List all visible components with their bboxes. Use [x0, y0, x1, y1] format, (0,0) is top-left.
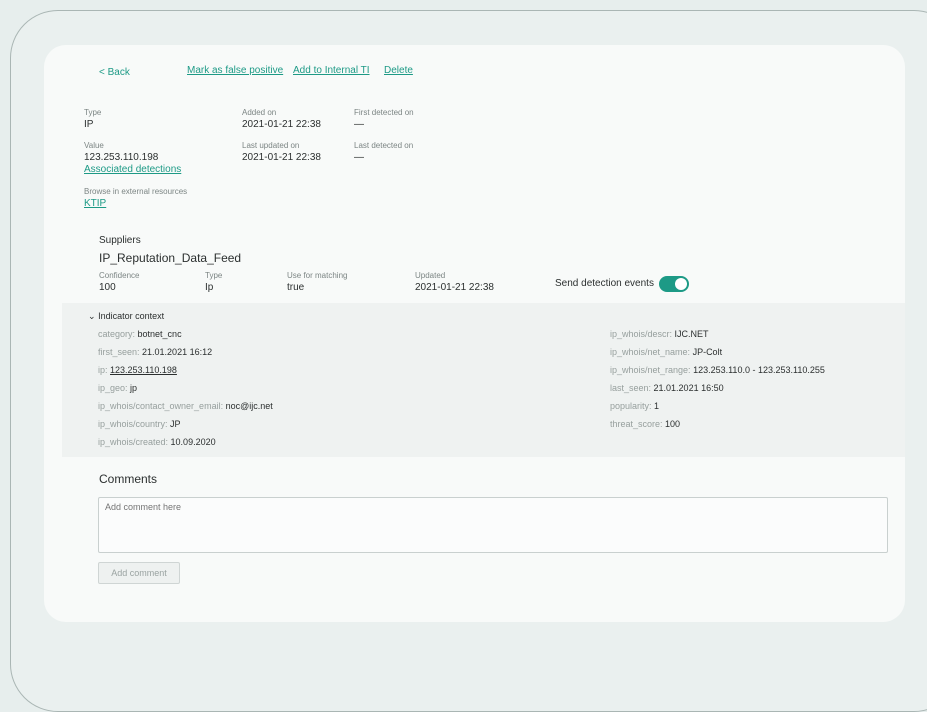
confidence-value: 100: [99, 282, 116, 293]
indicator-details-panel: < Back Mark as false positive Add to Int…: [44, 45, 905, 622]
suppliers-title: Suppliers: [99, 235, 141, 246]
supplier-type-label: Type: [205, 271, 223, 280]
send-detection-events-toggle[interactable]: [659, 276, 689, 292]
context-item: threat_score: 100: [610, 419, 681, 429]
first-detected-value: —: [354, 119, 364, 130]
type-field: Type IP: [84, 108, 101, 130]
last-detected-field: Last detected on —: [354, 141, 413, 163]
context-item: ip: 123.253.110.198: [98, 365, 177, 375]
browse-external-label: Browse in external resources: [84, 187, 188, 196]
use-for-matching-field: Use for matching true: [287, 271, 347, 293]
browse-external-field: Browse in external resources KTIP: [84, 187, 187, 209]
updated-field: Updated 2021-01-21 22:38: [415, 271, 494, 293]
confidence-field: Confidence 100: [99, 271, 139, 293]
first-detected-label: First detected on: [354, 108, 414, 117]
back-link[interactable]: < Back: [99, 67, 130, 78]
toggle-knob: [675, 278, 687, 290]
mark-false-positive-link[interactable]: Mark as false positive: [187, 65, 283, 76]
supplier-type-value: Ip: [205, 282, 214, 293]
context-item: popularity: 1: [610, 401, 660, 411]
add-to-internal-ti-link[interactable]: Add to Internal TI: [293, 65, 370, 76]
associated-detections-link[interactable]: Associated detections: [84, 164, 181, 175]
supplier-type-field: Type Ip: [205, 271, 222, 293]
indicator-context-toggle[interactable]: ⌄ Indicator context: [88, 311, 164, 322]
context-item: ip_geo: jp: [98, 383, 138, 393]
ktip-link[interactable]: KTIP: [84, 198, 187, 209]
last-updated-value: 2021-01-21 22:38: [242, 152, 321, 163]
last-updated-label: Last updated on: [242, 141, 300, 150]
last-updated-field: Last updated on 2021-01-21 22:38: [242, 141, 321, 163]
type-value: IP: [84, 119, 94, 130]
context-item: last_seen: 21.01.2021 16:50: [610, 383, 724, 393]
value-label: Value: [84, 141, 104, 150]
type-label: Type: [84, 108, 102, 117]
confidence-label: Confidence: [99, 271, 140, 280]
context-item: ip_whois/created: 10.09.2020: [98, 437, 216, 447]
use-for-matching-label: Use for matching: [287, 271, 348, 280]
context-item: ip_whois/country: JP: [98, 419, 181, 429]
updated-label: Updated: [415, 271, 446, 280]
value-field: Value 123.253.110.198 Associated detecti…: [84, 141, 181, 175]
context-item: ip_whois/contact_owner_email: noc@ijc.ne…: [98, 401, 273, 411]
use-for-matching-value: true: [287, 282, 305, 293]
delete-link[interactable]: Delete: [384, 65, 413, 76]
ip-link[interactable]: 123.253.110.198: [110, 365, 177, 375]
comments-title: Comments: [99, 472, 158, 486]
last-detected-value: —: [354, 152, 364, 163]
context-item: ip_whois/net_range: 123.253.110.0 - 123.…: [610, 365, 825, 375]
indicator-context-title: Indicator context: [98, 311, 165, 321]
context-item: first_seen: 21.01.2021 16:12: [98, 347, 213, 357]
indicator-context-section: ⌄ Indicator context category: botnet_cnc…: [62, 303, 905, 457]
added-on-value: 2021-01-21 22:38: [242, 119, 321, 130]
updated-value: 2021-01-21 22:38: [415, 282, 494, 293]
send-detection-events-label: Send detection events: [555, 278, 654, 289]
last-detected-label: Last detected on: [354, 141, 414, 150]
context-item: category: botnet_cnc: [98, 329, 182, 339]
add-comment-button[interactable]: Add comment: [98, 562, 180, 584]
added-on-field: Added on 2021-01-21 22:38: [242, 108, 321, 130]
context-item: ip_whois/descr: IJC.NET: [610, 329, 709, 339]
first-detected-field: First detected on —: [354, 108, 414, 130]
supplier-name: IP_Reputation_Data_Feed: [99, 251, 242, 265]
comment-input[interactable]: [98, 497, 888, 553]
added-on-label: Added on: [242, 108, 277, 117]
value-value: 123.253.110.198: [84, 152, 159, 163]
chevron-down-icon: ⌄: [88, 311, 96, 321]
context-item: ip_whois/net_name: JP-Colt: [610, 347, 723, 357]
